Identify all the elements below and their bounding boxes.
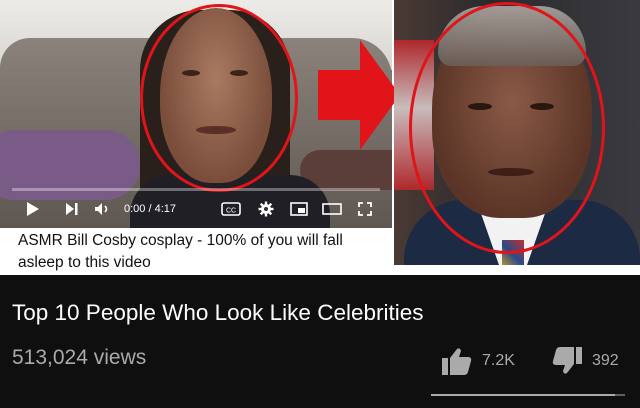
player-controls: 0:00 / 4:17 CC — [0, 188, 392, 228]
fullscreen-button[interactable] — [355, 200, 375, 218]
highlight-ellipse-left — [140, 4, 298, 192]
like-count: 7.2K — [482, 352, 515, 369]
time-display: 0:00 / 4:17 — [124, 203, 176, 215]
volume-button[interactable] — [92, 200, 114, 218]
captions-button[interactable]: CC — [220, 200, 242, 218]
settings-button[interactable] — [256, 200, 276, 218]
thumbs-down-icon — [552, 347, 582, 374]
fullscreen-icon — [358, 202, 372, 216]
sentiment-bar — [431, 394, 625, 396]
gear-icon — [258, 201, 274, 217]
cc-icon: CC — [221, 202, 241, 216]
dislike-count: 392 — [592, 352, 619, 369]
celebrity-photo — [394, 0, 640, 265]
miniplayer-button[interactable] — [288, 200, 310, 218]
view-count: 513,024 views — [12, 346, 147, 369]
dislike-button[interactable]: 392 — [552, 344, 619, 378]
highlight-ellipse-right — [409, 2, 605, 254]
video-title: Top 10 People Who Look Like Celebrities — [12, 300, 424, 325]
theater-mode-button[interactable] — [320, 200, 344, 218]
arrow-icon — [318, 40, 400, 150]
thumbs-up-icon — [442, 348, 472, 375]
miniplayer-icon — [290, 202, 308, 216]
progress-bar[interactable] — [12, 188, 380, 191]
sentiment-bar-fill — [431, 394, 615, 396]
theater-icon — [322, 203, 342, 215]
play-icon — [27, 202, 39, 216]
video-thumbnail[interactable]: 0:00 / 4:17 CC ASMR Bill Cosby cosplay -… — [0, 0, 640, 275]
volume-icon — [95, 203, 108, 215]
left-video-caption: ASMR Bill Cosby cosplay - 100% of you wi… — [18, 232, 343, 271]
play-button[interactable] — [24, 200, 42, 218]
like-button[interactable]: 7.2K — [442, 344, 515, 378]
next-icon — [66, 203, 78, 215]
next-button[interactable] — [62, 200, 82, 218]
svg-text:CC: CC — [226, 208, 236, 215]
